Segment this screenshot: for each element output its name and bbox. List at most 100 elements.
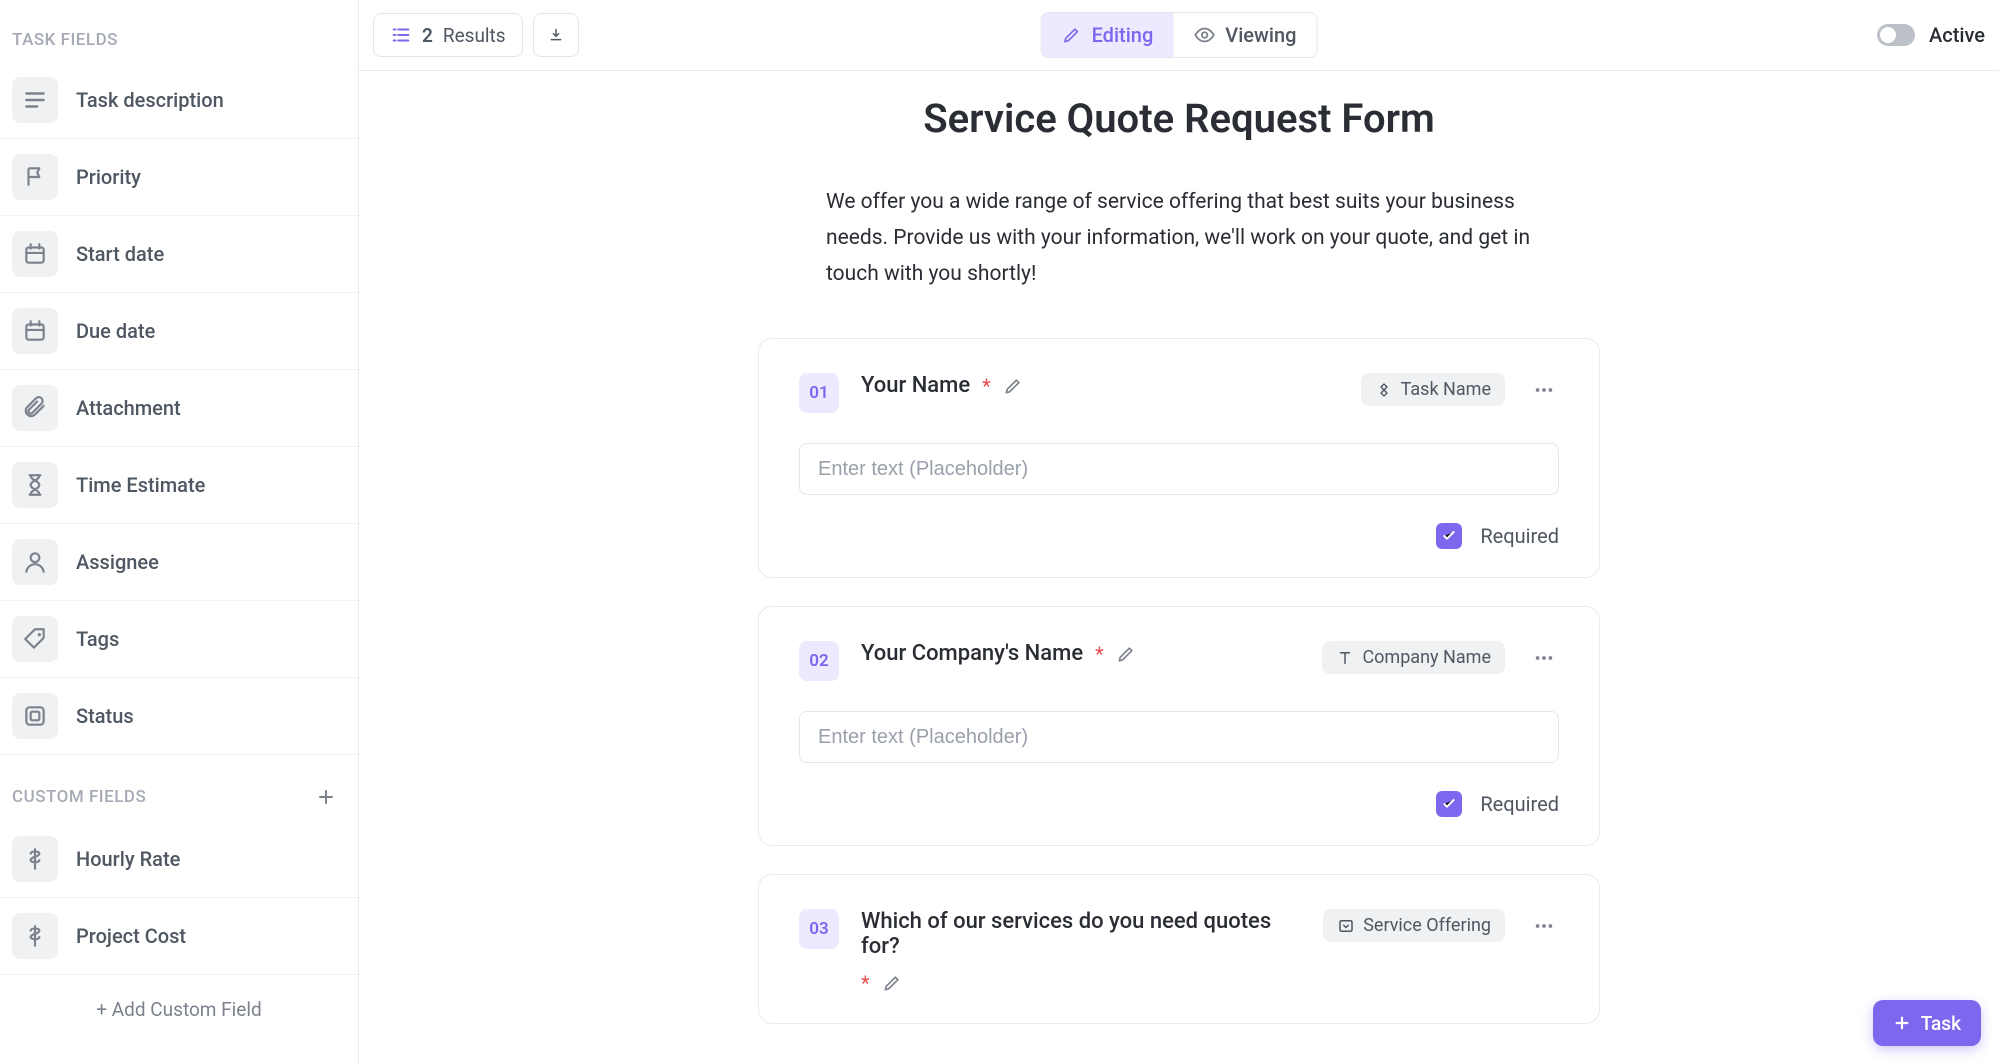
- money-icon-wrap: [12, 836, 58, 882]
- pencil-sm-icon: [1003, 376, 1023, 396]
- calendar-icon-wrap: [12, 308, 58, 354]
- dots-icon: [1533, 379, 1555, 401]
- question-title[interactable]: Which of our services do you need quotes…: [861, 909, 1301, 959]
- mode-toggle: Editing Viewing: [1041, 12, 1318, 58]
- paperclip-icon-wrap: [12, 385, 58, 431]
- field-item-money[interactable]: Project Cost: [0, 898, 358, 975]
- field-label: Start date: [76, 242, 164, 266]
- question-title[interactable]: Your Company's Name: [861, 641, 1083, 666]
- field-item-desc[interactable]: Task description: [0, 62, 358, 139]
- question-card[interactable]: 03 Which of our services do you need quot…: [758, 874, 1600, 1024]
- question-number: 01: [799, 373, 839, 413]
- question-placeholder-input[interactable]: [799, 443, 1559, 495]
- check-icon: [1441, 796, 1457, 812]
- required-label: Required: [1480, 792, 1559, 816]
- field-mapping-tag[interactable]: Service Offering: [1323, 909, 1505, 942]
- tag-icon-wrap: [12, 616, 58, 662]
- required-checkbox[interactable]: [1436, 791, 1462, 817]
- field-label: Status: [76, 704, 134, 728]
- task-fields-list: Task description Priority Start date Due da…: [0, 62, 358, 755]
- required-label: Required: [1480, 524, 1559, 548]
- hourglass-icon-wrap: [12, 462, 58, 508]
- field-label: Assignee: [76, 550, 159, 574]
- field-label: Project Cost: [76, 924, 186, 948]
- dropdown-icon: [1337, 917, 1355, 935]
- question-title[interactable]: Your Name: [861, 373, 970, 398]
- flag-icon-wrap: [12, 154, 58, 200]
- dots-icon: [1533, 915, 1555, 937]
- results-count: 2: [422, 24, 433, 47]
- desc-icon: [22, 87, 48, 113]
- mode-viewing[interactable]: Viewing: [1173, 13, 1316, 57]
- question-card[interactable]: 02 Your Company's Name * Company Name Requir…: [758, 606, 1600, 846]
- user-icon-wrap: [12, 539, 58, 585]
- form-description[interactable]: We offer you a wide range of service off…: [826, 184, 1532, 292]
- status-icon: [22, 703, 48, 729]
- plus-icon: [1893, 1014, 1911, 1032]
- money-icon: [22, 923, 48, 949]
- required-checkbox[interactable]: [1436, 523, 1462, 549]
- pencil-sm-icon: [1116, 644, 1136, 664]
- field-item-calendar[interactable]: Start date: [0, 216, 358, 293]
- field-item-user[interactable]: Assignee: [0, 524, 358, 601]
- paperclip-icon: [22, 395, 48, 421]
- field-item-flag[interactable]: Priority: [0, 139, 358, 216]
- pencil-icon: [1062, 25, 1082, 45]
- hourglass-icon: [22, 472, 48, 498]
- mode-editing[interactable]: Editing: [1042, 13, 1174, 57]
- field-label: Priority: [76, 165, 141, 189]
- form-title[interactable]: Service Quote Request Form: [359, 95, 1999, 142]
- list-icon: [390, 24, 412, 46]
- text-icon: [1336, 649, 1354, 667]
- question-menu-button[interactable]: [1529, 375, 1559, 405]
- active-switch[interactable]: [1877, 24, 1915, 46]
- status-icon-wrap: [12, 693, 58, 739]
- edit-question-button[interactable]: [882, 973, 902, 993]
- user-icon: [22, 549, 48, 575]
- download-icon: [548, 25, 564, 45]
- field-label: Time Estimate: [76, 473, 205, 497]
- question-menu-button[interactable]: [1529, 911, 1559, 941]
- question-card[interactable]: 01Your Name*Task NameRequired: [758, 338, 1600, 578]
- taskname-icon: [1375, 381, 1393, 399]
- add-custom-field-plus-button[interactable]: [314, 785, 338, 809]
- field-mapping-tag[interactable]: Task Name: [1361, 373, 1505, 406]
- main: 2 Results Editing Viewing: [359, 0, 1999, 1064]
- form-canvas: Service Quote Request Form We offer you …: [359, 71, 1999, 1064]
- question-number: 02: [799, 641, 839, 681]
- field-item-hourglass[interactable]: Time Estimate: [0, 447, 358, 524]
- field-label: Due date: [76, 319, 155, 343]
- eye-icon: [1193, 24, 1215, 46]
- sidebar: TASK FIELDS Task descriptionPriorityStar…: [0, 0, 359, 1064]
- custom-fields-heading-row: CUSTOM FIELDS: [0, 785, 358, 821]
- calendar-icon: [22, 241, 48, 267]
- tag-icon: [22, 626, 48, 652]
- edit-question-button[interactable]: [1116, 644, 1136, 664]
- edit-question-button[interactable]: [1003, 376, 1023, 396]
- results-button[interactable]: 2 Results: [373, 13, 523, 57]
- question-number: 03: [799, 909, 839, 949]
- question-placeholder-input[interactable]: [799, 711, 1559, 763]
- dots-icon: [1533, 647, 1555, 669]
- calendar-icon: [22, 318, 48, 344]
- field-item-calendar[interactable]: Due date: [0, 293, 358, 370]
- field-label: Task description: [76, 88, 224, 112]
- add-custom-field-button[interactable]: + Add Custom Field: [0, 975, 358, 1043]
- field-item-paperclip[interactable]: Attachment: [0, 370, 358, 447]
- required-star: *: [1095, 642, 1104, 666]
- check-icon: [1441, 528, 1457, 544]
- active-label: Active: [1929, 23, 1985, 47]
- question-menu-button[interactable]: [1529, 643, 1559, 673]
- field-label: Tags: [76, 627, 119, 651]
- field-item-status[interactable]: Status: [0, 678, 358, 755]
- download-button[interactable]: [533, 13, 579, 57]
- field-label: Attachment: [76, 396, 181, 420]
- field-item-tag[interactable]: Tags: [0, 601, 358, 678]
- new-task-button[interactable]: Task: [1873, 1000, 1981, 1046]
- required-star: *: [861, 971, 870, 995]
- field-item-money[interactable]: Hourly Rate: [0, 821, 358, 898]
- field-label: Hourly Rate: [76, 847, 180, 871]
- field-mapping-tag[interactable]: Company Name: [1322, 641, 1505, 674]
- custom-fields-list: Hourly Rate Project Cost: [0, 821, 358, 975]
- money-icon: [22, 846, 48, 872]
